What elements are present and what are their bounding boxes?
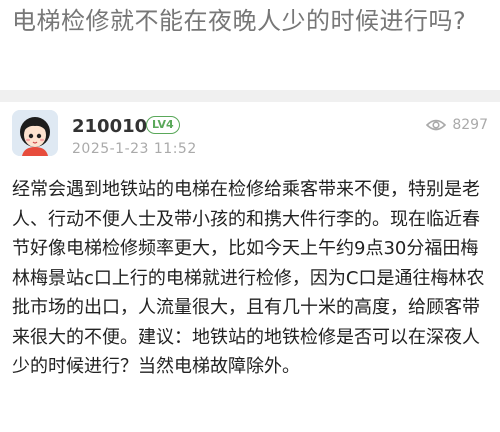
section-divider (0, 90, 500, 102)
post-body: 经常会遇到地铁站的电梯在检修给乘客带来不便，特别是老人、行动不便人士及带小孩的和… (12, 179, 485, 377)
author-name[interactable]: 210010 (72, 116, 147, 137)
level-badge: LV4 (146, 116, 180, 134)
view-count: 8297 (426, 117, 488, 133)
cartoon-girl-avatar-icon (12, 110, 58, 156)
view-count-value: 8297 (452, 117, 488, 133)
avatar[interactable] (12, 110, 58, 156)
post-title: 电梯检修就不能在夜晚人少的时候进行吗? (12, 7, 467, 35)
post-timestamp: 2025-1-23 11:52 (72, 141, 197, 157)
eye-icon (426, 119, 447, 131)
